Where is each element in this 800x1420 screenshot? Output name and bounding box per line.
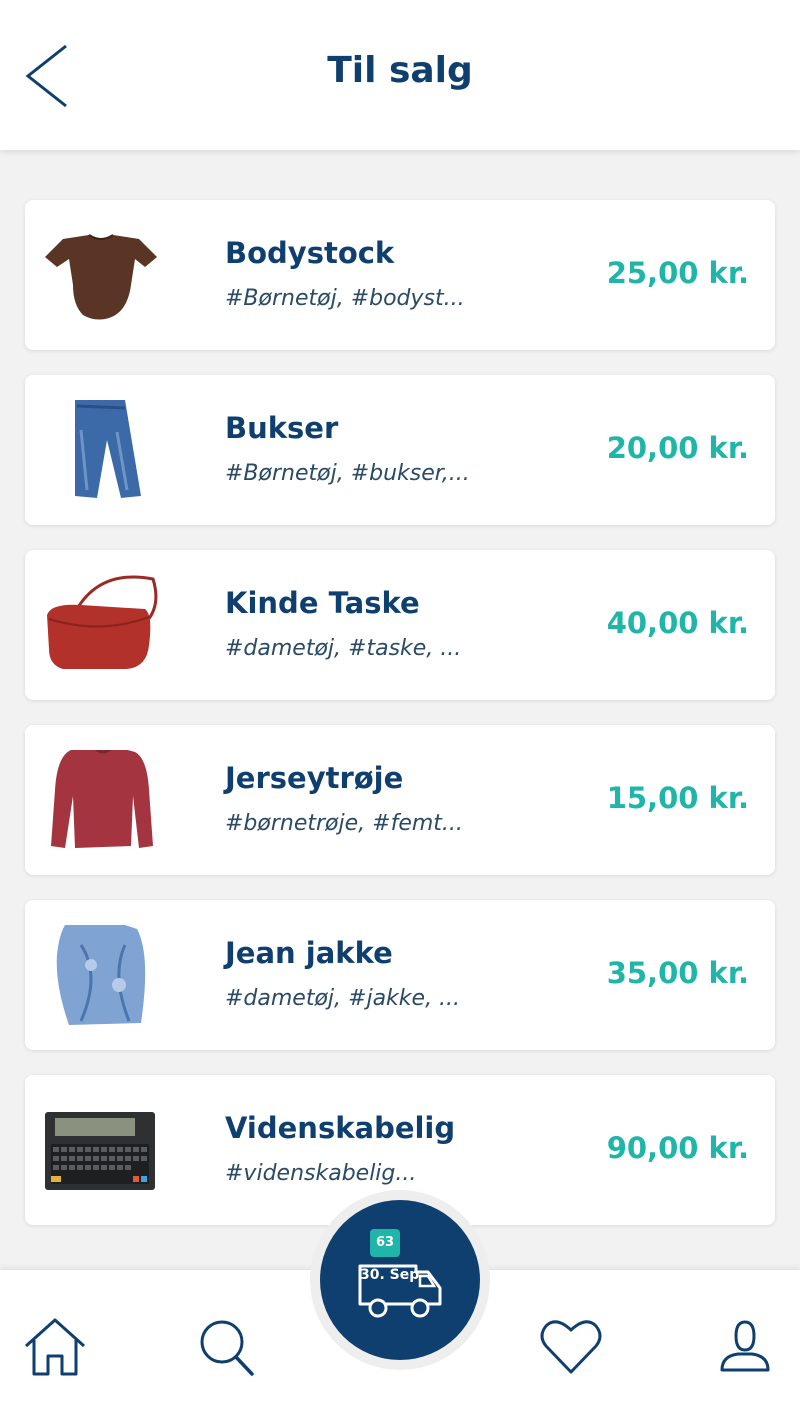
item-title: Jerseytrøje bbox=[225, 761, 404, 795]
item-tags: #børnetrøje, #femt... bbox=[225, 811, 463, 836]
delivery-date: 30. Sep bbox=[360, 1267, 420, 1283]
item-list: Bodystock #Børnetøj, #bodyst... 25,00 kr… bbox=[25, 200, 775, 1250]
header-bar: Til salg bbox=[0, 0, 800, 150]
page-title: Til salg bbox=[327, 50, 473, 91]
item-tags: #videnskabelig... bbox=[225, 1161, 417, 1186]
item-title: Videnskabelig bbox=[225, 1111, 456, 1145]
delivery-button[interactable]: 63 30. Sep bbox=[320, 1200, 480, 1360]
item-price: 90,00 kr. bbox=[606, 1131, 749, 1165]
truck-icon bbox=[358, 1264, 442, 1318]
item-price: 40,00 kr. bbox=[606, 606, 749, 640]
item-image-keyboard-device bbox=[41, 1100, 161, 1200]
heart-icon[interactable] bbox=[536, 1312, 606, 1382]
item-tags: #Børnetøj, #bodyst... bbox=[225, 286, 465, 311]
item-tags: #Børnetøj, #bukser,... bbox=[225, 461, 470, 486]
home-icon[interactable] bbox=[20, 1312, 90, 1382]
item-title: Jean jakke bbox=[225, 936, 393, 970]
item-tags: #dametøj, #taske, ... bbox=[225, 636, 462, 661]
list-item[interactable]: Bukser #Børnetøj, #bukser,... 20,00 kr. bbox=[25, 375, 775, 525]
list-item[interactable]: Jean jakke #dametøj, #jakke, ... 35,00 k… bbox=[25, 900, 775, 1050]
list-item[interactable]: Jerseytrøje #børnetrøje, #femt... 15,00 … bbox=[25, 725, 775, 875]
item-price: 20,00 kr. bbox=[606, 431, 749, 465]
delivery-count-badge: 63 bbox=[370, 1229, 400, 1257]
item-image-denim-jacket bbox=[41, 925, 161, 1025]
item-title: Kinde Taske bbox=[225, 586, 420, 620]
item-image-bodysuit bbox=[41, 225, 161, 325]
user-icon[interactable] bbox=[712, 1312, 782, 1382]
item-price: 25,00 kr. bbox=[606, 256, 749, 290]
item-title: Bodystock bbox=[225, 236, 395, 270]
search-icon[interactable] bbox=[192, 1312, 262, 1382]
item-image-handbag bbox=[41, 575, 161, 675]
list-item[interactable]: Bodystock #Børnetøj, #bodyst... 25,00 kr… bbox=[25, 200, 775, 350]
item-title: Bukser bbox=[225, 411, 339, 445]
item-price: 15,00 kr. bbox=[606, 781, 749, 815]
item-price: 35,00 kr. bbox=[606, 956, 749, 990]
list-item[interactable]: Kinde Taske #dametøj, #taske, ... 40,00 … bbox=[25, 550, 775, 700]
item-tags: #dametøj, #jakke, ... bbox=[225, 986, 461, 1011]
item-image-jeans bbox=[41, 400, 161, 500]
item-image-sweater bbox=[41, 750, 161, 850]
